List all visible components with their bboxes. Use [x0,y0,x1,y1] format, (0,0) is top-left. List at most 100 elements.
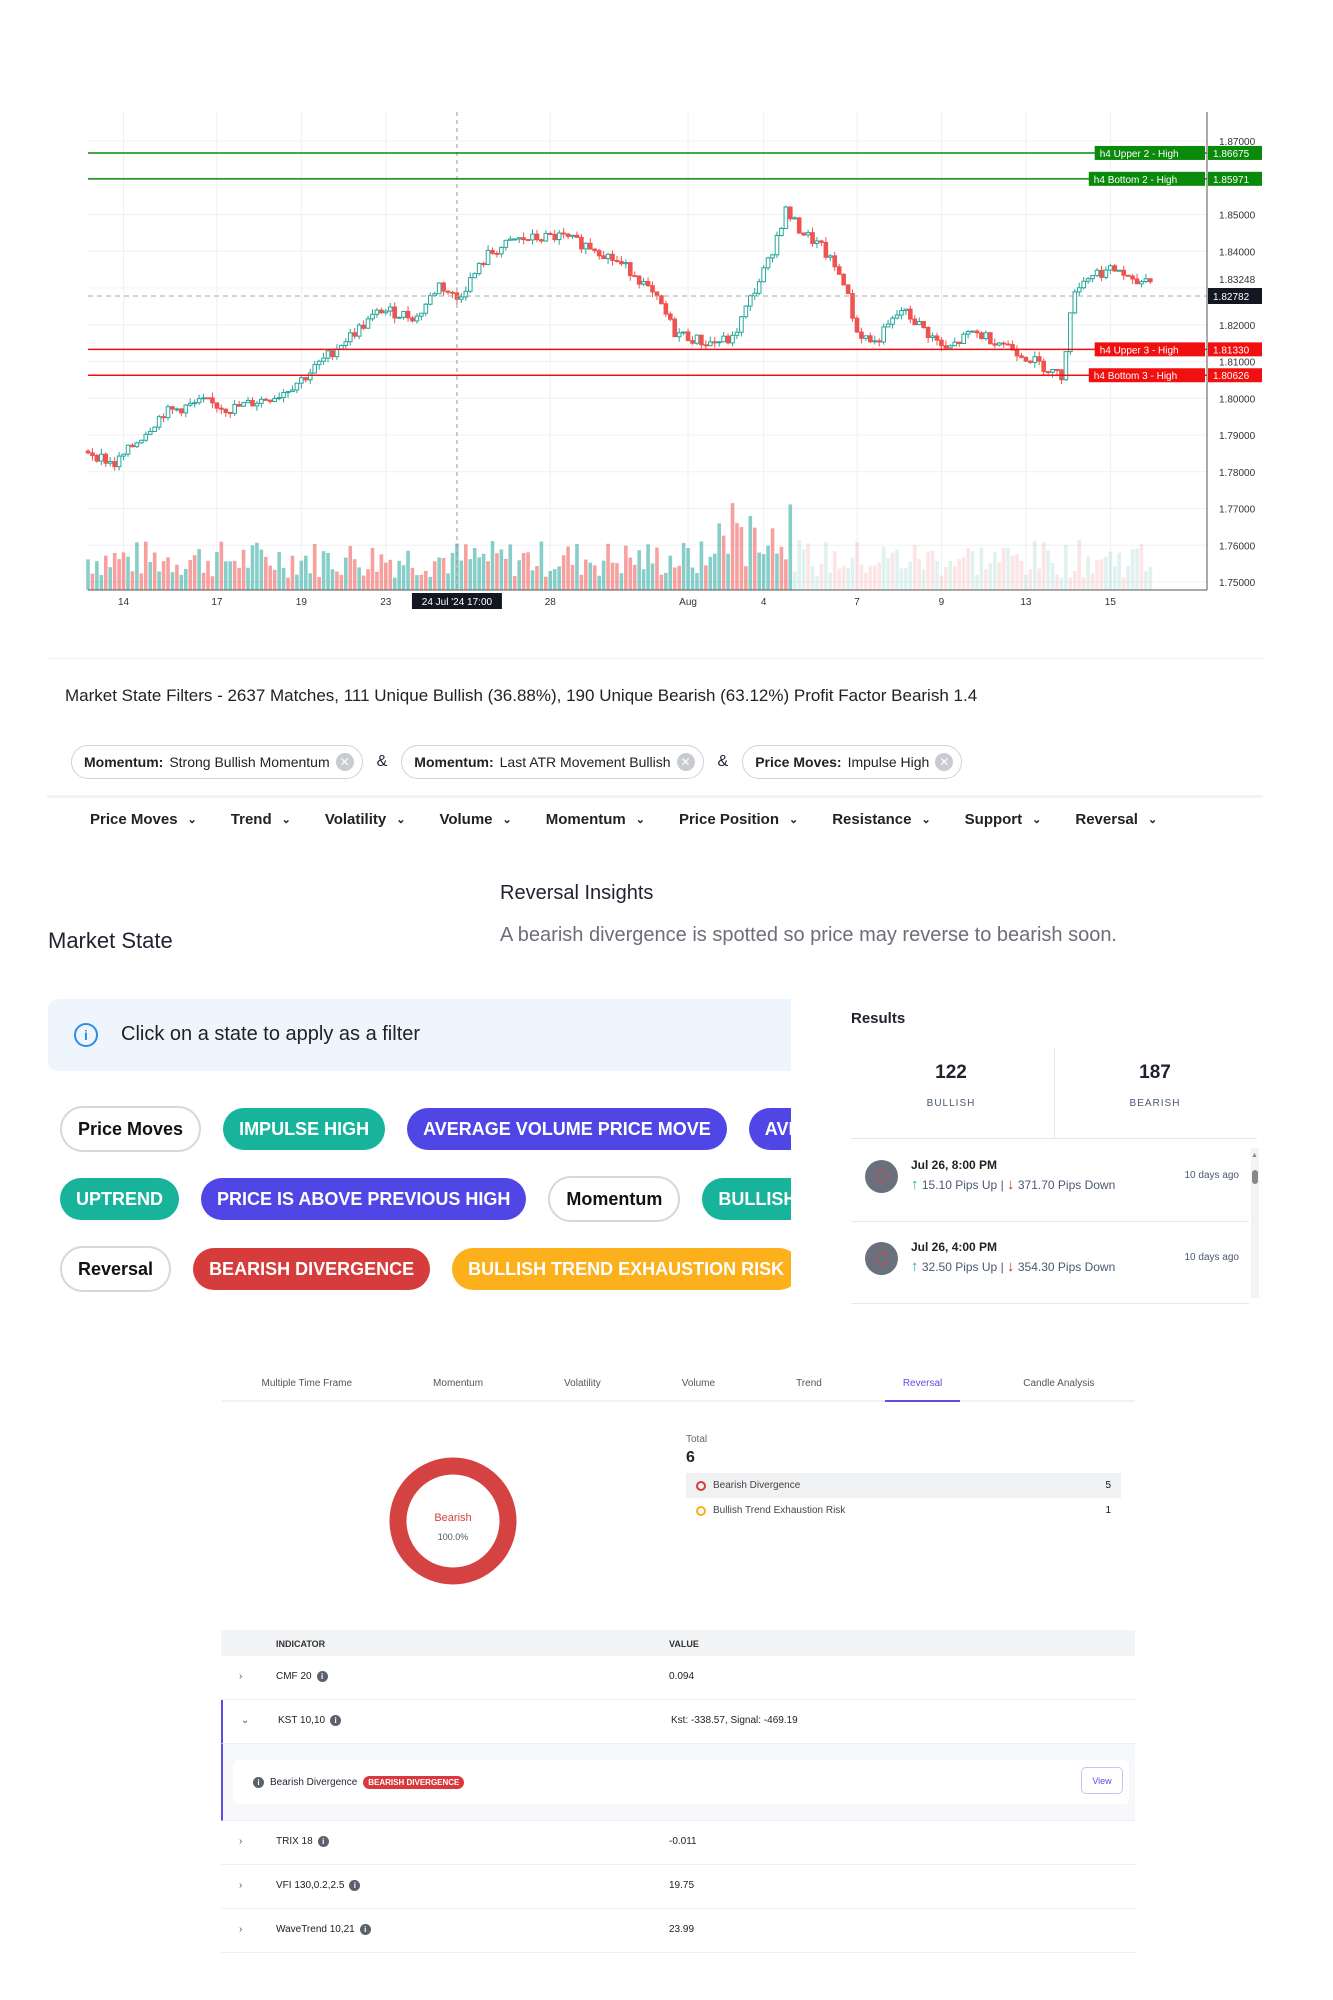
candle [983,332,989,340]
dropdown-support[interactable]: Support ⌄ [965,811,1042,828]
info-icon[interactable]: i [359,1924,371,1935]
dropdown-volume[interactable]: Volume ⌄ [439,811,511,828]
volume-bar [957,559,962,590]
volume-bar [246,567,250,590]
tab-multiple-time-frame[interactable]: Multiple Time Frame [243,1370,370,1402]
table-row[interactable]: › CMF 20 i 0.094 [221,1656,1135,1700]
state-chip[interactable]: IMPULSE HIGH [223,1108,386,1150]
filter-chip[interactable]: Momentum: Last ATR Movement Bullish ✕ [401,745,704,779]
volume-bar [499,549,504,590]
candle [539,239,544,242]
volume-bar [1126,565,1130,590]
scroll-up-icon[interactable]: ▲ [1251,1152,1258,1159]
view-button[interactable]: View [1081,1767,1123,1794]
level-value: 1.86675 [1213,149,1250,160]
result-item[interactable]: Jul 26, 8:00 PM ↑ 15.10 Pips Up | ↓ 371.… [851,1140,1249,1222]
dropdown-label: Volume [439,811,493,828]
dropdown-trend[interactable]: Trend ⌄ [231,811,291,828]
dropdown-price-moves[interactable]: Price Moves ⌄ [90,811,197,828]
state-chip[interactable]: BULLISH TREND EXHAUSTION RISK [452,1248,791,1290]
volume-bar [103,555,108,590]
chevron-right-icon[interactable]: › [239,1671,242,1682]
volume-bar [357,567,361,590]
tab-momentum[interactable]: Momentum [415,1370,501,1402]
tab-volatility[interactable]: Volatility [546,1370,619,1402]
legend-item[interactable]: Bearish Divergence 5 [686,1473,1121,1498]
table-row[interactable]: ⌄ KST 10,10 i Kst: -338.57, Signal: -469.19 [221,1700,1135,1744]
candle [227,411,233,414]
dropdown-volatility[interactable]: Volatility ⌄ [325,811,406,828]
candle [436,282,442,295]
volume-bar [130,571,135,590]
state-chip[interactable]: AVE [748,1108,791,1150]
info-icon[interactable]: i [349,1880,361,1891]
chevron-right-icon[interactable]: › [239,1836,242,1847]
candle [339,344,344,350]
state-chip[interactable]: BULLISH [702,1178,791,1220]
volume-bar [984,569,988,590]
table-row[interactable]: › VFI 130,0.2,2.5 i 19.75 [221,1865,1135,1909]
info-icon[interactable]: i [316,1671,328,1682]
state-chip[interactable]: BEARISH DIVERGENCE [193,1248,431,1290]
chevron-right-icon[interactable]: › [239,1924,242,1935]
info-icon[interactable]: i [253,1776,264,1788]
candle [290,389,295,393]
chevron-down-icon[interactable]: ⌄ [241,1715,249,1726]
state-chip[interactable]: AVERAGE VOLUME PRICE MOVE [407,1108,727,1150]
volume-bar [175,564,179,590]
info-icon[interactable]: i [330,1715,342,1726]
candle [374,309,380,315]
dropdown-momentum[interactable]: Momentum ⌄ [546,811,645,828]
volume-bar [370,547,375,590]
price-chart[interactable]: h4 Upper 2 - High 1.86675 h4 Bottom 2 - Hi… [0,0,1333,640]
state-category[interactable]: Price Moves [60,1106,202,1152]
remove-icon[interactable]: ✕ [676,753,695,771]
candle [107,461,113,464]
tab-volume[interactable]: Volume [664,1370,733,1402]
dropdown-price-position[interactable]: Price Position ⌄ [679,811,798,828]
remove-icon[interactable]: ✕ [335,753,354,771]
filter-chip[interactable]: Momentum: Strong Bullish Momentum ✕ [71,745,363,779]
filter-chip[interactable]: Price Moves: Impulse High ✕ [742,745,963,779]
dropdown-label: Price Moves [90,811,178,828]
remove-icon[interactable]: ✕ [935,753,954,771]
dropdown-resistance[interactable]: Resistance ⌄ [832,811,930,828]
volume-bar [1148,566,1153,590]
volume-bar [948,560,953,590]
candle [574,234,580,238]
state-category[interactable]: Momentum [548,1176,681,1222]
chevron-right-icon[interactable]: › [239,1880,242,1891]
volume-bar [464,544,468,590]
state-chip[interactable]: PRICE IS ABOVE PREVIOUS HIGH [201,1178,527,1220]
info-icon[interactable]: i [317,1836,329,1847]
candle [170,406,175,410]
state-category[interactable]: Reversal [60,1246,172,1292]
candle [627,262,633,277]
indicator-name: TRIX 18 [276,1836,313,1847]
candle [845,284,851,295]
tab-candle-analysis[interactable]: Candle Analysis [1005,1370,1112,1402]
chevron-down-icon: ⌄ [921,814,931,826]
scrollbar[interactable]: ▲ [1251,1148,1259,1298]
candle [1019,355,1024,358]
scroll-thumb[interactable] [1252,1170,1258,1184]
table-row[interactable]: › TRIX 18 i -0.011 [221,1821,1135,1865]
tab-reversal[interactable]: Reversal [884,1370,961,1402]
results-title: Results [851,1010,906,1027]
volume-bar [1059,577,1064,590]
tab-trend[interactable]: Trend [778,1370,840,1402]
candle [583,242,589,250]
candle [832,255,838,268]
volume-bar [219,541,224,590]
volume-bar [1028,568,1033,590]
volume-bar [824,541,828,590]
table-row[interactable]: › WaveTrend 10,21 i 23.99 [221,1909,1135,1953]
candle [467,277,473,292]
volume-bar [664,572,668,590]
state-chip[interactable]: UPTREND [60,1178,180,1220]
indicator-name: CMF 20 [276,1671,312,1682]
x-tick-label: 14 [118,597,130,608]
legend-item[interactable]: Bullish Trend Exhaustion Risk 1 [686,1498,1121,1523]
dropdown-reversal[interactable]: Reversal ⌄ [1075,811,1157,828]
result-item[interactable]: Jul 26, 4:00 PM ↑ 32.50 Pips Up | ↓ 354.… [851,1222,1249,1304]
